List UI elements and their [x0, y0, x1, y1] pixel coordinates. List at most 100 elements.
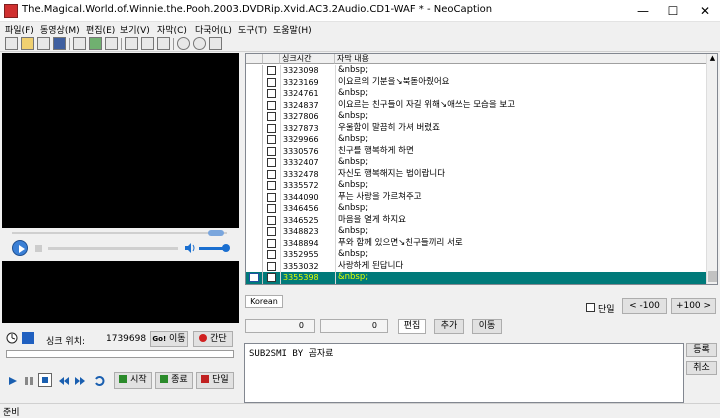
caption-editor[interactable]: SUB2SMI BY 곰자료	[244, 343, 684, 403]
seek-bar[interactable]	[2, 228, 239, 238]
row-checkbox[interactable]	[267, 250, 276, 259]
table-row[interactable]: 3329966 &nbsp;	[246, 134, 706, 146]
goto-button[interactable]: Go! 이동	[150, 331, 188, 347]
repeat-icon[interactable]	[93, 375, 105, 387]
row-checkbox[interactable]	[267, 204, 276, 213]
table-row[interactable]: 3346456 &nbsp;	[246, 203, 706, 215]
sync-icon[interactable]	[89, 37, 102, 50]
menu-view[interactable]: 보기(V)	[120, 23, 150, 36]
volume-icon[interactable]	[184, 242, 196, 254]
row-checkbox[interactable]	[267, 77, 276, 87]
grid-scrollbar[interactable]: ▲	[706, 54, 717, 284]
pause-icon[interactable]	[24, 376, 34, 386]
add-button[interactable]: 추가	[434, 319, 464, 334]
start-button[interactable]: 시작	[114, 372, 152, 389]
play-icon[interactable]	[12, 240, 28, 256]
time-spinner-2[interactable]: 0	[320, 319, 388, 333]
open-icon[interactable]	[21, 37, 34, 50]
edit-button[interactable]: 편집	[398, 319, 426, 334]
scroll-up-icon[interactable]: ▲	[708, 54, 717, 64]
table-row[interactable]: 3335572 &nbsp;	[246, 180, 706, 192]
copy-icon[interactable]	[141, 37, 154, 50]
paste-icon[interactable]	[157, 37, 170, 50]
table-row[interactable]: 3332407 &nbsp;	[246, 157, 706, 169]
row-checkbox[interactable]	[267, 135, 276, 144]
table-row[interactable]: 3348894 푸와 함께 있으면↘친구들끼리 서로	[246, 237, 706, 249]
table-row[interactable]: 3323169 이요르의 기분을↘북돋아줬어요	[246, 76, 706, 88]
seek-thumb[interactable]	[208, 230, 224, 236]
end-button[interactable]: 종료	[155, 372, 193, 389]
table-row[interactable]: 3353032 사랑하게 된답니다	[246, 260, 706, 272]
minimize-icon[interactable]: —	[628, 0, 658, 22]
menu-help[interactable]: 도움말(H)	[273, 23, 312, 36]
search-icon[interactable]	[193, 37, 206, 50]
table-row[interactable]: 3327873 우울함이 말끔히 가셔 버렸죠	[246, 122, 706, 134]
subtitle-grid[interactable]: 싱크시간 자막 내용 3323098 &nbsp; 3323169 이요르의 기분을↘…	[245, 53, 718, 285]
row-checkbox[interactable]	[267, 238, 276, 248]
row-checkbox[interactable]	[267, 158, 276, 167]
row-checkbox[interactable]	[267, 215, 276, 225]
row-checkbox[interactable]	[267, 192, 276, 202]
grid-header-sync[interactable]: 싱크시간	[280, 54, 335, 64]
table-row[interactable]: 3327806 &nbsp;	[246, 111, 706, 123]
cut-icon[interactable]	[125, 37, 138, 50]
page-icon[interactable]	[105, 37, 118, 50]
cancel-button[interactable]: 취소	[686, 361, 717, 375]
menu-multilang[interactable]: 다국어(L)	[195, 23, 232, 36]
table-row[interactable]: 3323098 &nbsp;	[246, 65, 706, 77]
table-row[interactable]: 3352955 &nbsp;	[246, 249, 706, 261]
rewind-icon[interactable]	[58, 376, 70, 386]
scroll-thumb[interactable]	[708, 271, 717, 282]
volume-thumb[interactable]	[222, 244, 230, 252]
table-row[interactable]: 3355398 &nbsp;	[246, 272, 706, 284]
menu-caption[interactable]: 자막(C)	[157, 23, 187, 36]
row-checkbox[interactable]	[267, 261, 276, 271]
row-checkbox[interactable]	[267, 100, 276, 110]
single-button[interactable]: 단일	[196, 372, 234, 389]
row-checkbox[interactable]	[267, 273, 276, 282]
row-checkbox[interactable]	[267, 227, 276, 236]
row-checkbox[interactable]	[267, 123, 276, 133]
new-icon[interactable]	[5, 37, 18, 50]
grid-header-text[interactable]: 자막 내용	[335, 54, 707, 64]
table-row[interactable]: 3346525 마음을 열게 하지요	[246, 214, 706, 226]
minus100-button[interactable]: < -100	[622, 298, 667, 314]
row-checkbox[interactable]	[267, 89, 276, 98]
plus100-button[interactable]: +100 >	[671, 298, 716, 314]
gap-button[interactable]: 간단	[193, 331, 233, 347]
table-row[interactable]: 3332478 자신도 행복해지는 법이랍니다	[246, 168, 706, 180]
table-row[interactable]: 3344090 푸는 사랑을 가르쳐주고	[246, 191, 706, 203]
table-row[interactable]: 3324761 &nbsp;	[246, 88, 706, 100]
row-checkbox[interactable]	[267, 112, 276, 121]
close-icon[interactable]: ✕	[690, 0, 720, 22]
menu-edit[interactable]: 편집(E)	[86, 23, 115, 36]
properties-icon[interactable]	[73, 37, 86, 50]
menu-tools[interactable]: 도구(T)	[238, 23, 267, 36]
help-icon[interactable]	[209, 37, 222, 50]
table-row[interactable]: 3330576 친구를 행복하게 하면	[246, 145, 706, 157]
sync-mark-icon[interactable]	[22, 332, 34, 344]
play-small-icon[interactable]	[8, 376, 18, 386]
table-row[interactable]: 3348823 &nbsp;	[246, 226, 706, 238]
position-track[interactable]	[48, 247, 178, 250]
record-icon[interactable]	[177, 37, 190, 50]
table-row[interactable]: 3324837 이요르는 친구들이 자길 위해↘애쓰는 모습을 보고	[246, 99, 706, 111]
row-checkbox[interactable]	[267, 66, 276, 75]
stop-small-icon[interactable]	[38, 373, 52, 387]
save-icon[interactable]	[53, 37, 66, 50]
maximize-icon[interactable]: ☐	[658, 0, 688, 22]
stop-icon[interactable]	[35, 245, 42, 252]
menu-file[interactable]: 파일(F)	[5, 23, 34, 36]
menu-video[interactable]: 동영상(M)	[40, 23, 80, 36]
single-checkbox[interactable]	[586, 303, 595, 312]
fast-forward-icon[interactable]	[74, 376, 86, 386]
move-button[interactable]: 이동	[472, 319, 502, 334]
open-video-icon[interactable]	[37, 37, 50, 50]
row-checkbox[interactable]	[267, 181, 276, 190]
tab-korean[interactable]: Korean	[245, 295, 283, 308]
time-spinner-1[interactable]: 0	[245, 319, 315, 333]
row-checkbox[interactable]	[267, 146, 276, 156]
video-display[interactable]	[2, 53, 239, 228]
row-checkbox[interactable]	[267, 169, 276, 179]
register-button[interactable]: 등록	[686, 343, 717, 357]
